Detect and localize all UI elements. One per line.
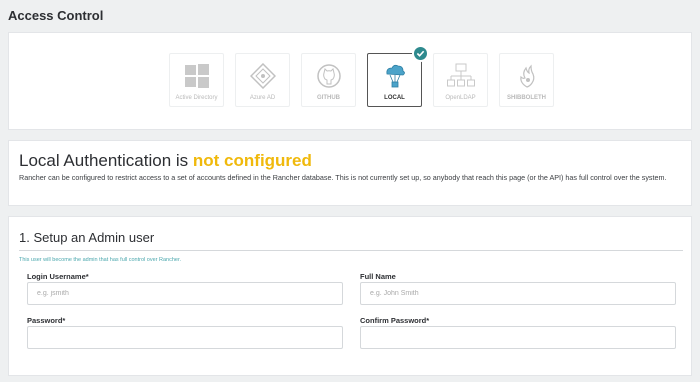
auth-status-badge: not configured xyxy=(192,151,312,170)
provider-tile-active-directory[interactable]: Active Directory xyxy=(169,53,224,107)
confirm-password-input[interactable] xyxy=(360,326,676,349)
ldap-icon xyxy=(446,62,475,90)
provider-tile-openldap[interactable]: OpenLDAP xyxy=(433,53,488,107)
github-icon xyxy=(315,62,343,90)
provider-tile-github[interactable]: GITHUB xyxy=(301,53,356,107)
full-name-label: Full Name xyxy=(360,272,396,281)
shibboleth-icon xyxy=(513,62,541,90)
full-name-input[interactable] xyxy=(360,282,676,305)
section-divider xyxy=(19,250,683,251)
page-title: Access Control xyxy=(8,8,104,23)
setup-admin-hint: This user will become the admin that has… xyxy=(19,257,182,263)
auth-status-panel: Local Authentication is not configured R… xyxy=(8,140,692,206)
provider-tile-azure-ad[interactable]: Azure AD xyxy=(235,53,290,107)
setup-admin-heading: 1. Setup an Admin user xyxy=(19,230,155,245)
auth-provider-list: Active Directory Azure AD GITHUB LOCAL O… xyxy=(169,45,554,107)
auth-status-description: Rancher can be configured to restrict ac… xyxy=(19,173,667,182)
password-input[interactable] xyxy=(27,326,343,349)
windows-icon xyxy=(183,62,211,90)
provider-label: LOCAL xyxy=(384,95,405,101)
auth-provider-panel: Active Directory Azure AD GITHUB LOCAL O… xyxy=(8,32,692,130)
azure-icon xyxy=(249,62,277,90)
login-username-label: Login Username* xyxy=(27,272,89,281)
login-username-input[interactable] xyxy=(27,282,343,305)
provider-label: OpenLDAP xyxy=(445,95,476,101)
rancher-local-icon xyxy=(381,62,409,90)
provider-label: Active Directory xyxy=(175,95,218,101)
confirm-password-label: Confirm Password* xyxy=(360,316,430,325)
provider-label: Azure AD xyxy=(249,95,276,101)
setup-admin-panel: 1. Setup an Admin user This user will be… xyxy=(8,216,692,376)
auth-status-prefix: Local Authentication is xyxy=(19,151,193,170)
provider-label: SHIBBOLETH xyxy=(507,95,546,101)
auth-status-heading: Local Authentication is not configured xyxy=(19,151,312,171)
provider-label: GITHUB xyxy=(317,95,340,101)
provider-tile-local[interactable]: LOCAL xyxy=(367,45,429,107)
provider-tile-shibboleth[interactable]: SHIBBOLETH xyxy=(499,53,554,107)
selected-check-icon xyxy=(412,45,429,62)
password-label: Password* xyxy=(27,316,66,325)
